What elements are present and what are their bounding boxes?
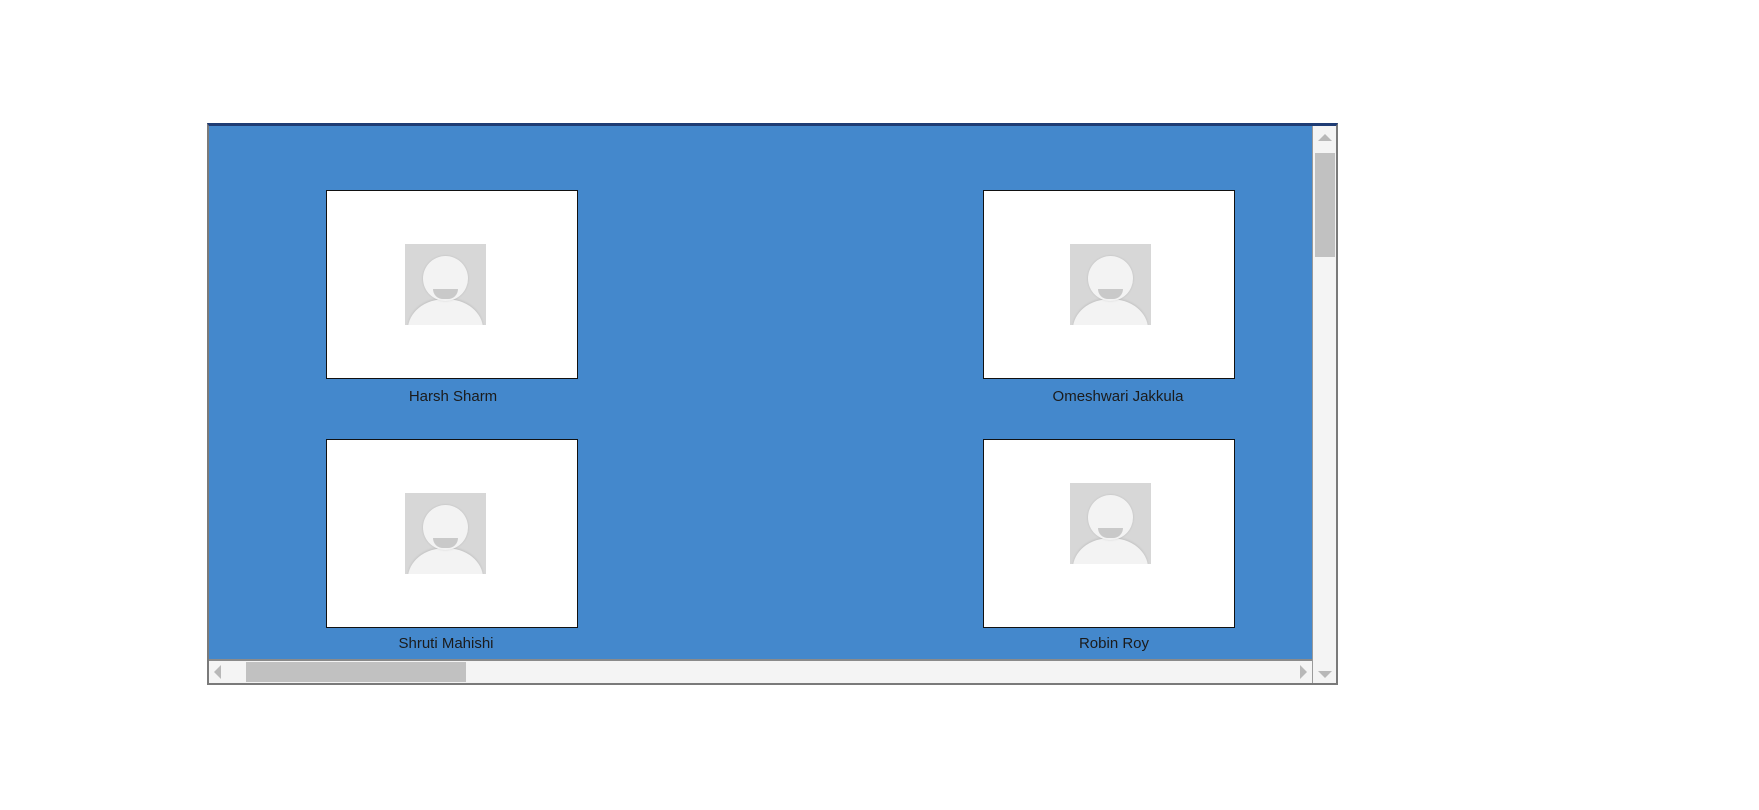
horizontal-scroll-thumb[interactable] xyxy=(246,662,466,682)
participants-panel: Harsh Sharm Omeshwari Jakkula Shruti Mah… xyxy=(207,123,1338,685)
scroll-right-arrow-icon[interactable] xyxy=(1300,665,1307,679)
default-user-avatar-icon xyxy=(1070,483,1151,564)
participant-name: Harsh Sharm xyxy=(408,388,498,405)
scroll-left-arrow-icon[interactable] xyxy=(214,665,221,679)
participants-viewport[interactable]: Harsh Sharm Omeshwari Jakkula Shruti Mah… xyxy=(209,126,1312,659)
default-user-avatar-icon xyxy=(1070,244,1151,325)
scroll-down-arrow-icon[interactable] xyxy=(1318,671,1332,678)
scroll-up-arrow-icon[interactable] xyxy=(1318,134,1332,141)
participant-name: Robin Roy xyxy=(1078,635,1150,652)
participant-tile[interactable] xyxy=(326,439,578,628)
default-user-avatar-icon xyxy=(405,244,486,325)
participant-tile[interactable] xyxy=(326,190,578,379)
participant-tile[interactable] xyxy=(983,190,1235,379)
vertical-scroll-thumb[interactable] xyxy=(1315,153,1335,257)
participant-tile[interactable] xyxy=(983,439,1235,628)
participant-name: Shruti Mahishi xyxy=(398,635,494,652)
default-user-avatar-icon xyxy=(405,493,486,574)
participant-name: Omeshwari Jakkula xyxy=(1052,388,1184,405)
vertical-scrollbar[interactable] xyxy=(1312,126,1336,683)
horizontal-scrollbar[interactable] xyxy=(209,659,1312,683)
